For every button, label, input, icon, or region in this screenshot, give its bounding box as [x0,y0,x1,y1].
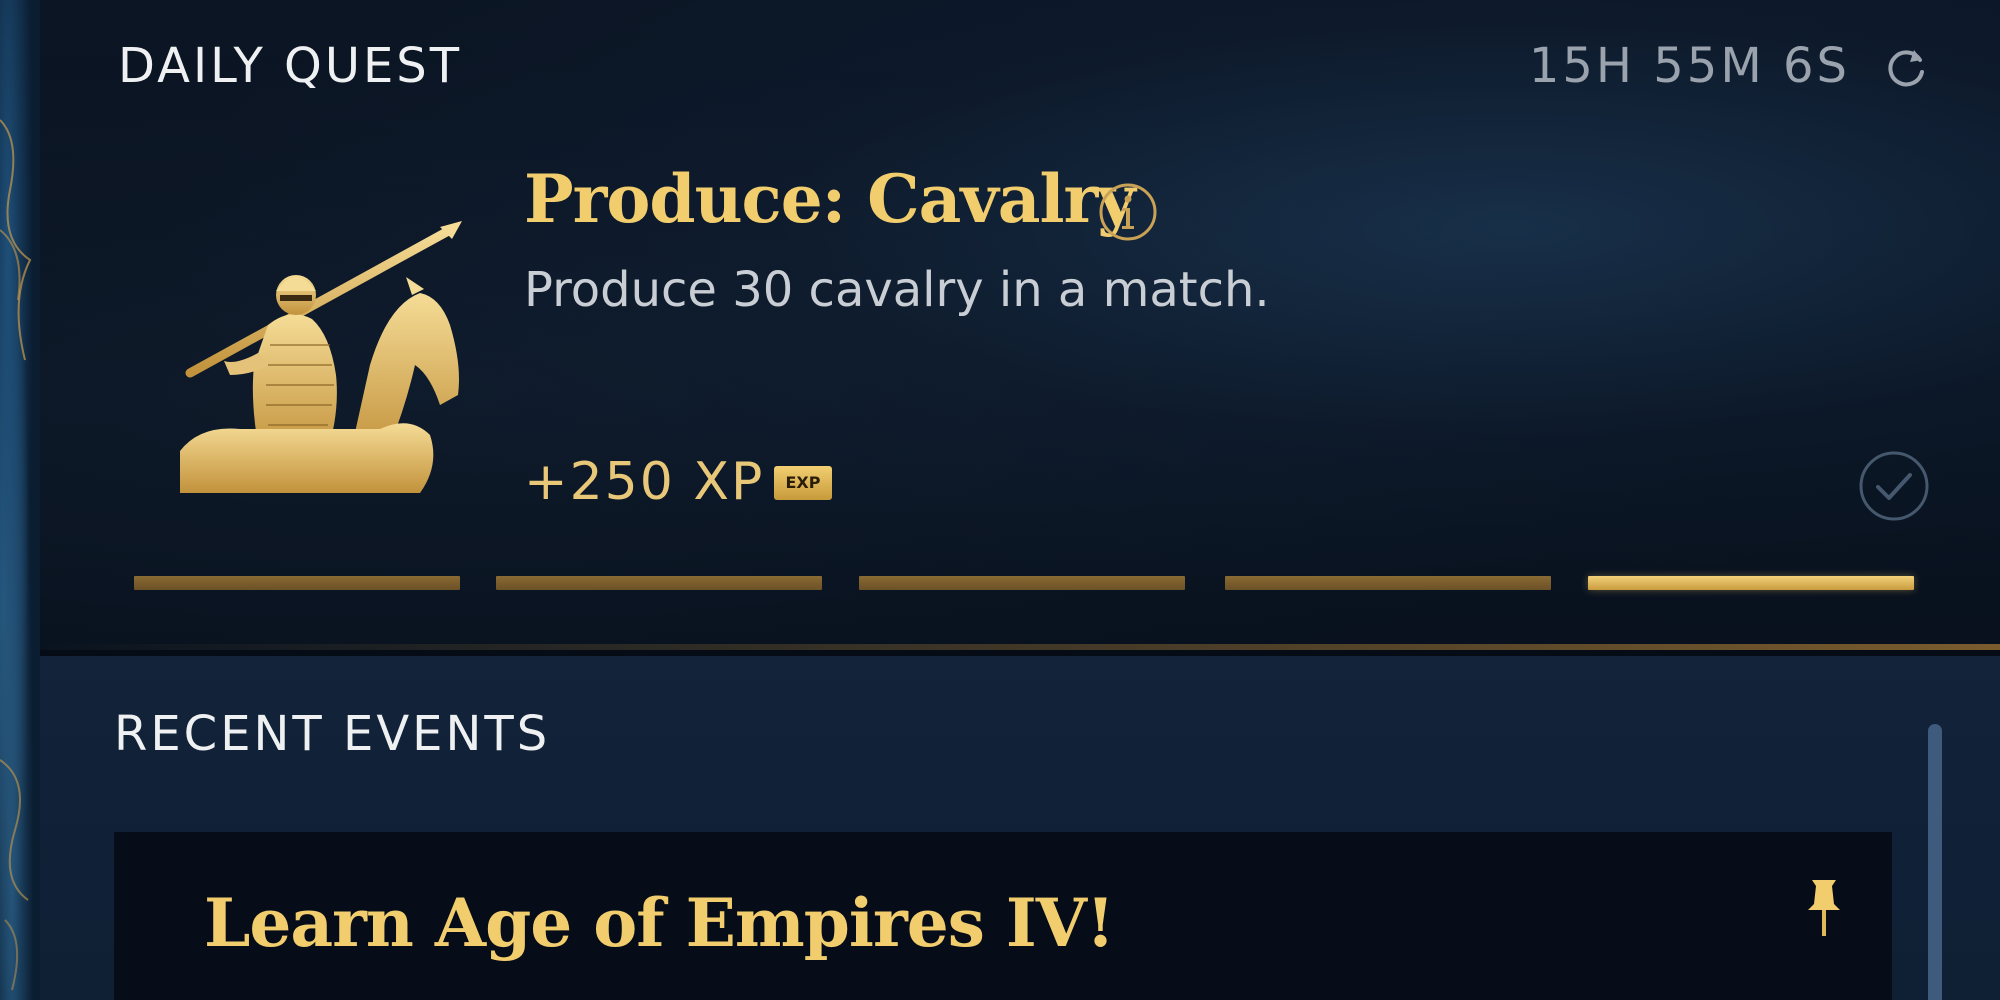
progress-segment [859,576,1185,590]
recent-events-header: RECENT EVENTS [114,706,551,762]
quest-reward: +250 XP [524,452,765,512]
info-icon[interactable] [1096,180,1160,244]
cavalry-unit-icon [180,221,462,493]
app-frame: DAILY QUEST 15H 55M 6S Produce: Cavalry … [0,0,2000,1000]
map-background-strip [0,0,40,1000]
quest-reset-timer: 15H 55M 6S [1528,38,1850,94]
daily-quest-header: DAILY QUEST [118,38,463,94]
progress-segment [1225,576,1551,590]
progress-segment [496,576,822,590]
quest-description: Produce 30 cavalry in a match. [524,262,1270,318]
quest-title: Produce: Cavalry [524,160,1136,238]
pin-icon [1808,880,1840,936]
event-card[interactable]: Learn Age of Empires IV! [114,832,1892,1000]
progress-segment [134,576,460,590]
checkmark-circle-icon [1859,451,1929,521]
xp-badge-icon: EXP [774,466,832,500]
event-title: Learn Age of Empires IV! [204,884,1115,962]
recent-events-panel: RECENT EVENTS Learn Age of Empires IV! [40,656,2000,1000]
refresh-icon[interactable] [1880,42,1932,94]
events-scrollbar[interactable] [1928,724,1942,1000]
progress-segment-current [1588,576,1914,590]
daily-quest-panel: DAILY QUEST 15H 55M 6S Produce: Cavalry … [40,0,2000,650]
